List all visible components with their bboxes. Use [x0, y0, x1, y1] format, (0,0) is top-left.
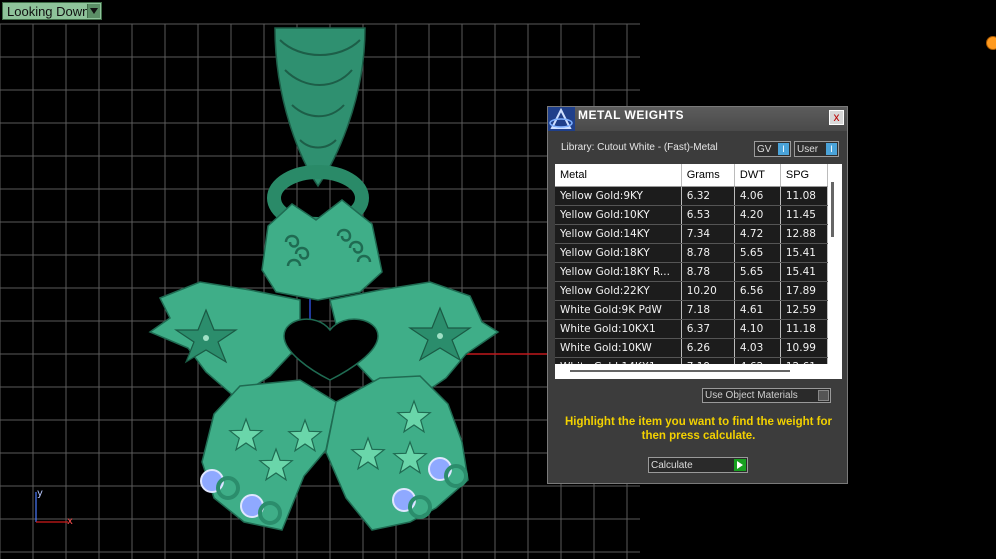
user-toggle[interactable]: User I	[794, 141, 839, 157]
table-cell: 4.20	[734, 205, 781, 225]
table-cell: Yellow Gold:18KY R...	[555, 262, 682, 282]
gv-toggle[interactable]: GV I	[754, 141, 791, 157]
table-cell: Yellow Gold:10KY	[555, 205, 682, 225]
table-cell: 11.18	[780, 319, 828, 339]
table-cell: 10.99	[780, 338, 828, 358]
table-cell: 4.61	[734, 300, 781, 320]
axis-x-label: x	[67, 516, 73, 527]
table-cell: 8.78	[681, 262, 735, 282]
table-cell: 7.19	[681, 357, 735, 364]
toggle-knob-icon: I	[826, 143, 837, 155]
table-cell: 4.06	[734, 186, 781, 206]
table-cell: 7.34	[681, 224, 735, 244]
column-header[interactable]: DWT	[734, 164, 781, 187]
table-row[interactable]: White Gold:9K PdW 7.18 4.61 12.59	[555, 300, 828, 320]
table-cell: White Gold:9K PdW	[555, 300, 682, 320]
orientation-icon[interactable]	[986, 36, 996, 50]
table-cell: 15.41	[780, 262, 828, 282]
table-cell: 10.20	[681, 281, 735, 301]
table-cell: 5.65	[734, 262, 781, 282]
table-row[interactable]: White Gold:10KW 6.26 4.03 10.99	[555, 338, 828, 358]
library-label: Library: Cutout White - (Fast)-Metal	[561, 142, 718, 153]
dialog-titlebar[interactable]: METAL WEIGHTS x	[548, 107, 847, 131]
checkbox-icon[interactable]	[818, 390, 829, 401]
table-cell: White Gold:14KX1	[555, 357, 682, 364]
vertical-scrollbar[interactable]	[830, 174, 835, 354]
table-row[interactable]: White Gold:14KX17.194.6212.61	[555, 357, 828, 364]
app-logo-icon	[548, 107, 575, 131]
table-cell: 4.72	[734, 224, 781, 244]
table-cell: 12.88	[780, 224, 828, 244]
table-cell: 6.53	[681, 205, 735, 225]
table-row[interactable]: Yellow Gold:10KY 6.53 4.20 11.45	[555, 205, 828, 225]
chevron-down-icon[interactable]	[87, 4, 100, 18]
view-selector[interactable]: Looking Down	[2, 2, 102, 20]
table-cell: 4.62	[734, 357, 781, 364]
calculate-label: Calculate	[651, 459, 693, 471]
column-header[interactable]: SPG	[780, 164, 828, 187]
weights-table-grid: Metal Grams DWT SPG Yellow Gold:9KY 6.32 4.06…	[555, 164, 828, 364]
table-cell: 11.45	[780, 205, 828, 225]
table-cell: Yellow Gold:22KY	[555, 281, 682, 301]
column-header[interactable]: Metal	[555, 164, 682, 187]
use-object-materials-label: Use Object Materials	[705, 390, 798, 401]
table-cell: White Gold:10KW	[555, 338, 682, 358]
metal-weights-dialog: METAL WEIGHTS x Library: Cutout White - …	[547, 106, 848, 484]
calculate-button[interactable]: Calculate	[648, 457, 748, 473]
table-cell: 4.03	[734, 338, 781, 358]
table-cell: 6.26	[681, 338, 735, 358]
axis-y-label: y	[37, 488, 43, 499]
table-cell: 11.08	[780, 186, 828, 206]
table-cell: Yellow Gold:9KY	[555, 186, 682, 206]
horizontal-scrollbar[interactable]	[565, 370, 795, 374]
table-cell: 6.56	[734, 281, 781, 301]
table-cell: Yellow Gold:18KY	[555, 243, 682, 263]
use-object-materials-checkbox[interactable]: Use Object Materials	[702, 388, 831, 403]
table-row[interactable]: Yellow Gold:22KY 10.20 6.56 17.89	[555, 281, 828, 301]
table-cell: Yellow Gold:14KY	[555, 224, 682, 244]
view-name: Looking Down	[7, 3, 90, 19]
table-cell: 8.78	[681, 243, 735, 263]
table-row[interactable]: Yellow Gold:9KY 6.32 4.06 11.08	[555, 186, 828, 206]
table-cell: 4.10	[734, 319, 781, 339]
column-header[interactable]: Grams	[681, 164, 735, 187]
toggle-knob-icon: I	[778, 143, 789, 155]
table-cell: 17.89	[780, 281, 828, 301]
table-cell: 6.32	[681, 186, 735, 206]
close-icon[interactable]: x	[829, 110, 844, 125]
table-cell: 7.18	[681, 300, 735, 320]
table-row[interactable]: Yellow Gold:18KY R... 8.78 5.65 15.41	[555, 262, 828, 282]
table-cell: White Gold:10KX1	[555, 319, 682, 339]
table-row[interactable]: White Gold:10KX1 6.37 4.10 11.18	[555, 319, 828, 339]
user-toggle-label: User	[797, 143, 819, 155]
table-cell: 6.37	[681, 319, 735, 339]
table-cell: 12.59	[780, 300, 828, 320]
table-row[interactable]: Yellow Gold:14KY 7.34 4.72 12.88	[555, 224, 828, 244]
instruction-text: Highlight the item you want to find the …	[564, 416, 833, 442]
table-cell: 5.65	[734, 243, 781, 263]
play-arrow-icon[interactable]	[734, 459, 746, 471]
pendant-model[interactable]	[148, 27, 500, 531]
metal-weights-table: Metal Grams DWT SPG Yellow Gold:9KY 6.32 4.06…	[555, 164, 842, 379]
table-row[interactable]: Yellow Gold:18KY 8.78 5.65 15.41	[555, 243, 828, 263]
table-cell: 12.61	[780, 357, 828, 364]
gv-toggle-label: GV	[757, 143, 772, 155]
table-cell: 15.41	[780, 243, 828, 263]
dialog-title: METAL WEIGHTS	[578, 108, 685, 122]
